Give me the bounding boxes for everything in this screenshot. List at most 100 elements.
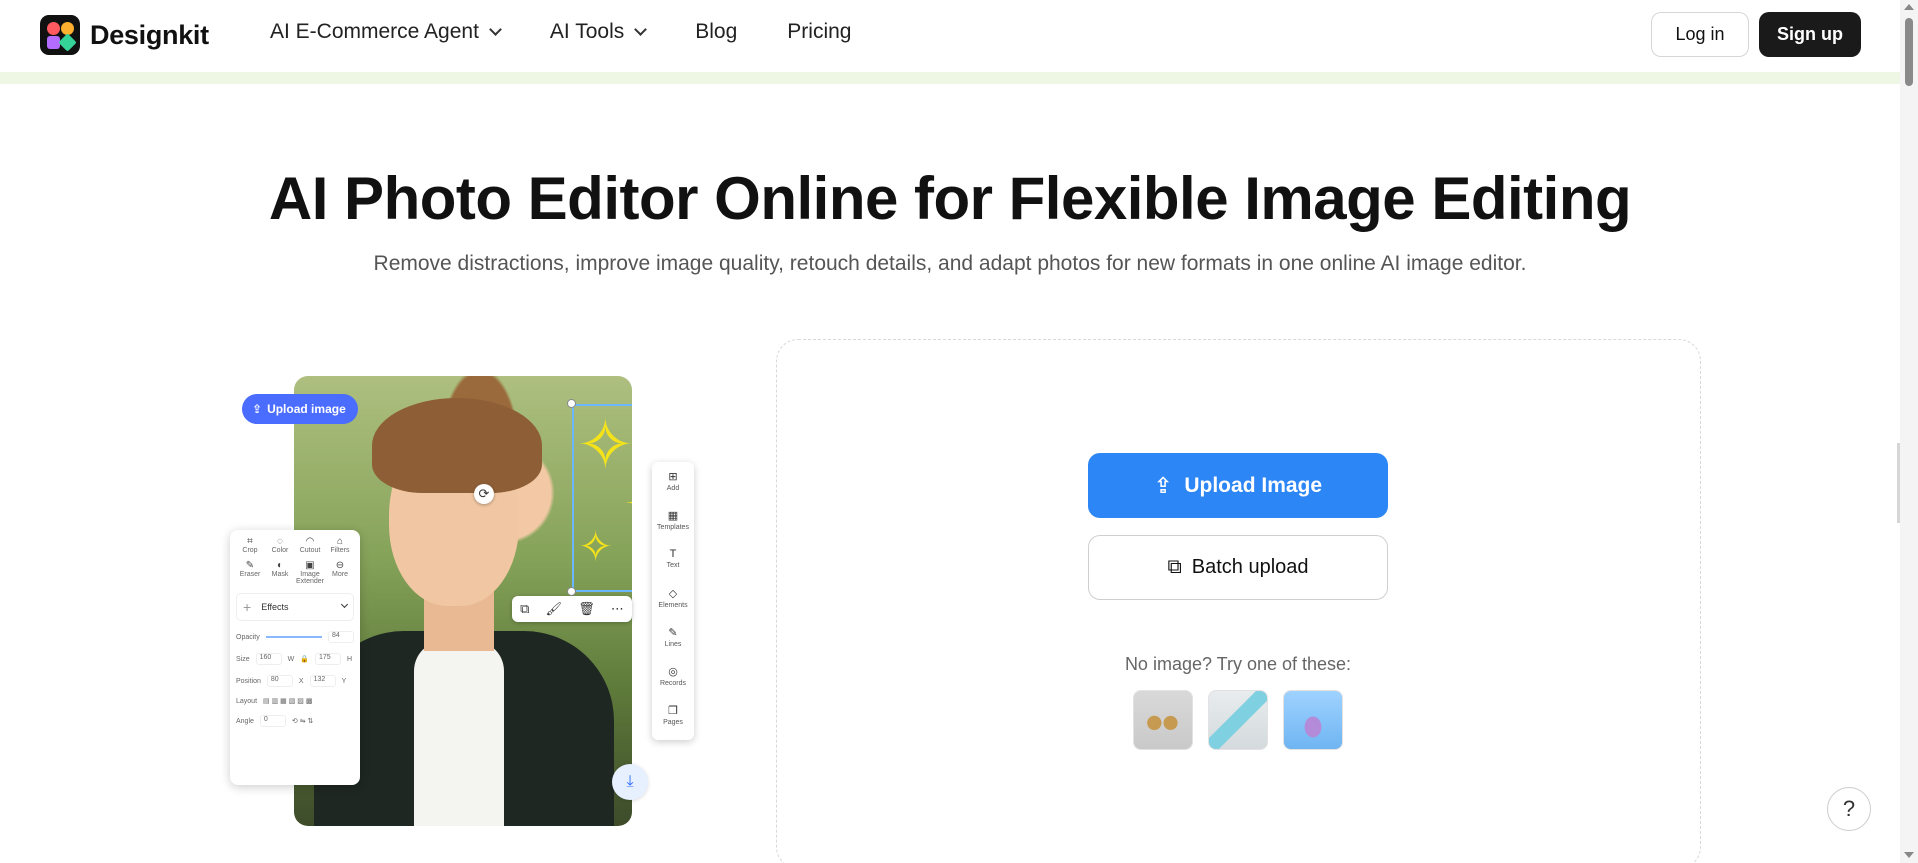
sample-prompt: No image? Try one of these: <box>1124 654 1352 674</box>
download-icon[interactable]: ⤓ <box>612 764 648 800</box>
angle-row: Angle 0 ⟲ ⇋ ⇅ <box>236 715 314 727</box>
height-input[interactable]: 175 <box>314 653 341 665</box>
nav-pricing[interactable]: Pricing <box>787 20 851 44</box>
nav-label: Pricing <box>787 20 852 43</box>
signup-button[interactable]: Sign up <box>1759 12 1861 57</box>
trash-icon[interactable]: 🗑 <box>578 601 595 617</box>
angle-input[interactable]: 0 <box>259 715 286 727</box>
page: Designkit AI E-Commerce Agent AI Tools B… <box>0 0 1918 863</box>
brand-logo[interactable]: Designkit <box>40 15 209 55</box>
chevron-down-icon <box>340 600 349 609</box>
upload-image-pill[interactable]: ⇪ Upload image <box>242 394 358 424</box>
help-button[interactable]: ? <box>1827 787 1871 831</box>
sample-image-bottle[interactable] <box>1283 690 1343 750</box>
object-toolbar: ⧉ 🖌 🗑 ⋯ <box>512 596 632 622</box>
records-icon: ◎ <box>668 666 678 678</box>
scrollbar[interactable] <box>1900 0 1918 863</box>
sparkle-icon: ✧ <box>578 523 614 570</box>
format-painter-icon[interactable]: 🖌 <box>546 601 563 617</box>
more-icon: ⊖ <box>335 560 345 571</box>
eraser-tool[interactable]: ✎ Eraser <box>236 560 264 585</box>
filters-tool[interactable]: ⌂ Filters <box>326 536 354 554</box>
crop-tool[interactable]: ⌗ Crop <box>236 536 264 554</box>
scroll-down-icon[interactable] <box>1904 852 1914 858</box>
more-icon[interactable]: ⋯ <box>611 601 624 617</box>
opacity-slider[interactable] <box>265 636 322 638</box>
batch-upload-button[interactable]: ⧉ Batch upload <box>1088 535 1388 600</box>
upload-pill-label: Upload image <box>267 402 346 416</box>
batch-button-label: Batch upload <box>1191 556 1309 578</box>
eraser-icon: ✎ <box>245 560 255 571</box>
opacity-input[interactable]: 84 <box>328 631 354 643</box>
effects-dropdown[interactable]: + Effects <box>236 593 354 621</box>
rail-add[interactable]: ⊞ Add <box>652 470 694 509</box>
sparkle-icon: ✧ <box>576 406 632 484</box>
templates-icon: ▦ <box>667 510 679 522</box>
nav-blog[interactable]: Blog <box>695 20 737 44</box>
rail-templates[interactable]: ▦ Templates <box>652 509 694 548</box>
mask-icon: ◐ <box>276 560 284 571</box>
nav-label: AI Tools <box>549 20 625 43</box>
rail-lines[interactable]: ✎ Lines <box>652 626 694 665</box>
y-input[interactable]: 132 <box>309 675 336 687</box>
upload-icon: ⇪ <box>1153 472 1173 498</box>
flip-icons[interactable]: ⟲ ⇋ ⇅ <box>292 717 314 725</box>
lines-icon: ✎ <box>668 627 678 639</box>
extender-icon: ▣ <box>305 560 315 571</box>
nav-label: Blog <box>695 20 738 43</box>
duplicate-icon[interactable]: ⧉ <box>520 601 529 617</box>
width-input[interactable]: 160 <box>255 653 282 665</box>
edit-panel: ⌗ Crop ◌ Color ◠ Cutout ⌂ Filters ✎ Eraser ◐ M… <box>230 530 360 785</box>
page-subtitle: Remove distractions, improve image quali… <box>373 252 1527 275</box>
rail-text[interactable]: T Text <box>652 548 694 587</box>
position-row: Position 80 X 132 Y <box>236 675 354 687</box>
nav-ai-tools[interactable]: AI Tools <box>549 20 648 44</box>
nav-label: AI E-Commerce Agent <box>270 20 479 43</box>
upload-image-button[interactable]: ⇪ Upload Image <box>1088 453 1388 518</box>
upload-icon: ⇪ <box>252 402 263 416</box>
crop-icon: ⌗ <box>247 536 253 547</box>
login-button[interactable]: Log in <box>1651 12 1749 57</box>
rail-elements[interactable]: ◇ Elements <box>652 587 694 626</box>
x-input[interactable]: 80 <box>266 675 293 687</box>
main-nav: AI E-Commerce Agent AI Tools Blog Pricin… <box>270 20 901 44</box>
tool-rail: ⊞ Add ▦ Templates T Text ◇ Elements ✎ Lines ◎… <box>652 462 694 740</box>
scroll-thumb[interactable] <box>1905 18 1913 86</box>
more-tool[interactable]: ⊖ More <box>326 560 354 585</box>
sample-image-glasses[interactable] <box>1133 690 1193 750</box>
brand-name: Designkit <box>90 19 209 50</box>
color-icon: ◌ <box>277 536 283 547</box>
cutout-icon: ◠ <box>305 536 315 547</box>
mask-tool[interactable]: ◐ Mask <box>266 560 294 585</box>
scroll-up-icon[interactable] <box>1904 4 1914 10</box>
plus-icon: + <box>243 599 252 615</box>
upload-dropzone[interactable] <box>776 339 1701 863</box>
rotate-icon[interactable]: ⟳ <box>474 484 494 504</box>
pages-icon: ❐ <box>668 705 678 717</box>
rail-pages[interactable]: ❐ Pages <box>652 704 694 743</box>
chevron-down-icon <box>634 23 648 36</box>
batch-images-icon: ⧉ <box>1167 556 1182 578</box>
chevron-down-icon <box>489 23 502 36</box>
add-icon: ⊞ <box>668 471 678 483</box>
layout-row: Layout ▤ ▥ ▦ ▧ ▨ ▩ <box>236 697 313 706</box>
filters-icon: ⌂ <box>336 536 344 547</box>
opacity-row: Opacity 84 <box>236 631 354 643</box>
align-icons[interactable]: ▤ ▥ ▦ ▧ ▨ ▩ <box>263 697 312 705</box>
editor-illustration: ✧ ✧ ✧ ✦ ⟳ ⧉ 🖌 🗑 ⋯ ⇪ Upload image ⌗Crop ◌… <box>230 370 710 830</box>
sample-image-tube[interactable] <box>1208 690 1268 750</box>
elements-icon: ◇ <box>668 588 678 600</box>
page-title: AI Photo Editor Online for Flexible Imag… <box>268 165 1632 232</box>
size-row: Size 160 W 🔒 175 H <box>236 653 353 665</box>
sparkle-icon: ✧ <box>624 476 632 532</box>
header-divider <box>0 72 1900 84</box>
lock-icon: 🔒 <box>300 656 309 663</box>
image-extender-tool[interactable]: ▣ Image Extender <box>296 560 324 585</box>
color-tool[interactable]: ◌ Color <box>266 536 294 554</box>
nav-ai-ecommerce-agent[interactable]: AI E-Commerce Agent <box>270 20 502 44</box>
top-nav: Designkit AI E-Commerce Agent AI Tools B… <box>0 0 1900 72</box>
rail-records[interactable]: ◎ Records <box>652 665 694 704</box>
designkit-logo-icon <box>40 15 80 55</box>
upload-button-label: Upload Image <box>1184 473 1323 497</box>
cutout-tool[interactable]: ◠ Cutout <box>296 536 324 554</box>
